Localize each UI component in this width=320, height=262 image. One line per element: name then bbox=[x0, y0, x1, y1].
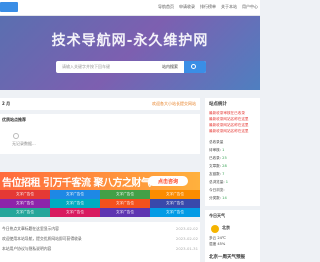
latest-item[interactable]: 最新收录网站名称在这里 bbox=[209, 123, 259, 128]
nav-user[interactable]: 用户中心 bbox=[242, 4, 258, 10]
page-title: 技术导航网-永久维护网 bbox=[51, 33, 209, 49]
empty-message: 无记录数据... bbox=[12, 141, 36, 146]
text-ad-cell[interactable]: 文字广告位 bbox=[150, 190, 200, 199]
list-item[interactable]: 欢迎使用本站导航，提交优质网站即可获得收录 2023-02-02 bbox=[2, 236, 198, 242]
text-ad-cell[interactable]: 文字广告位 bbox=[0, 208, 50, 217]
text-ad-cell[interactable]: 文字广告位 bbox=[0, 190, 50, 199]
latest-item[interactable]: 最新收录网站名称在这里 bbox=[209, 117, 259, 122]
top-bar: 导航首页 申请收录 排行榜单 关于本站 用户中心 bbox=[0, 0, 260, 16]
consult-button-label: 点击咨询 bbox=[157, 179, 178, 185]
nav-submit[interactable]: 申请收录 bbox=[179, 4, 195, 10]
nav-ranking[interactable]: 排行榜单 bbox=[200, 4, 216, 10]
text-ad-cell[interactable]: 文字广告位 bbox=[50, 208, 100, 217]
site-stats-panel: 站点统计 最新收录审核在已收录 最新收录网站名称在这里 最新收录网站名称在这里 … bbox=[205, 98, 260, 206]
text-ad-cell[interactable]: 文字广告位 bbox=[50, 199, 100, 208]
stat-row: 待审核: 1 bbox=[209, 148, 225, 152]
notice-label: 2 月 bbox=[2, 101, 11, 106]
text-ad-cell[interactable]: 文字广告位 bbox=[150, 199, 200, 208]
text-ad-cell[interactable]: 文字广告位 bbox=[50, 190, 100, 199]
weather-heading: 今日天气 bbox=[209, 213, 225, 218]
stat-row: 今日浏览: bbox=[209, 188, 225, 192]
site-stats-heading: 站点统计 bbox=[209, 102, 227, 107]
stat-row: 分类数: 14 bbox=[209, 196, 227, 200]
weather-panel: 今日天气 北京 多云 24℃ 湿度 45% 北京一周天气预报 bbox=[205, 210, 260, 262]
notice-message[interactable]: 欢迎各大小站长提交网站 bbox=[152, 101, 196, 107]
ad-banner-text: 告位招租 引万千客流 聚八方之财气 bbox=[2, 178, 151, 189]
search-icon bbox=[191, 64, 196, 69]
latest-item[interactable]: 最新收录审核在已收录 bbox=[209, 111, 259, 116]
text-ad-cell[interactable]: 文字广告位 bbox=[100, 208, 150, 217]
text-ad-cell[interactable]: 文字广告位 bbox=[100, 199, 150, 208]
search-engine-select[interactable]: 站内搜索 bbox=[162, 64, 178, 70]
list-item[interactable]: 本站用户协议与隐私说明内容 2023-01-31 bbox=[2, 246, 198, 252]
text-ad-grid: 文字广告位 文字广告位 文字广告位 文字广告位 文字广告位 文字广告位 文字广告… bbox=[0, 190, 200, 217]
nav-about[interactable]: 关于本站 bbox=[221, 4, 237, 10]
hero-section: 技术导航网-永久维护网 请输入关键字并按下回车键 站内搜索 bbox=[0, 16, 260, 90]
nav-home[interactable]: 导航首页 bbox=[158, 4, 174, 10]
stat-row: 总收录量 bbox=[209, 140, 224, 144]
ad-banner[interactable]: 告位招租 引万千客流 聚八方之财气 点击咨询 bbox=[0, 172, 200, 190]
stat-row: 友链数: 7 bbox=[209, 172, 225, 176]
search-box[interactable]: 请输入关键字并按下回车键 站内搜索 bbox=[56, 61, 206, 73]
empty-icon bbox=[13, 133, 19, 139]
weather-city: 北京 bbox=[222, 225, 230, 230]
text-ad-cell[interactable]: 文字广告位 bbox=[0, 199, 50, 208]
stat-row: 已收录: 25 bbox=[209, 156, 227, 160]
weather-humidity: 湿度 45% bbox=[209, 242, 226, 246]
text-ad-cell[interactable]: 文字广告位 bbox=[150, 208, 200, 217]
site-logo[interactable] bbox=[0, 2, 18, 12]
article-list: 今日热点文章标题在这里显示内容 2023-02-02 欢迎使用本站导航，提交优质网… bbox=[0, 222, 200, 262]
latest-item[interactable]: 最新收录网站名称在这里 bbox=[209, 129, 259, 134]
panel-heading: 优质站点推荐 bbox=[2, 117, 26, 122]
text-ad-cell[interactable]: 文字广告位 bbox=[100, 190, 150, 199]
notice-bar: 2 月 欢迎各大小站长提交网站 bbox=[0, 98, 200, 110]
recommended-sites-panel: 优质站点推荐 无记录数据... bbox=[0, 114, 200, 154]
top-nav: 导航首页 申请收录 排行榜单 关于本站 用户中心 bbox=[158, 4, 258, 10]
stat-row: 总浏览量: 1 bbox=[209, 180, 229, 184]
list-item[interactable]: 今日热点文章标题在这里显示内容 2023-02-02 bbox=[2, 226, 198, 232]
stat-row: 文章数: 28 bbox=[209, 164, 227, 168]
search-input[interactable]: 请输入关键字并按下回车键 bbox=[62, 64, 110, 70]
consult-button[interactable]: 点击咨询 bbox=[148, 176, 188, 186]
weather-forecast-heading[interactable]: 北京一周天气预报 bbox=[209, 254, 245, 260]
sun-icon bbox=[211, 225, 219, 233]
weather-condition: 多云 24℃ bbox=[209, 236, 226, 240]
search-button[interactable] bbox=[184, 61, 206, 73]
